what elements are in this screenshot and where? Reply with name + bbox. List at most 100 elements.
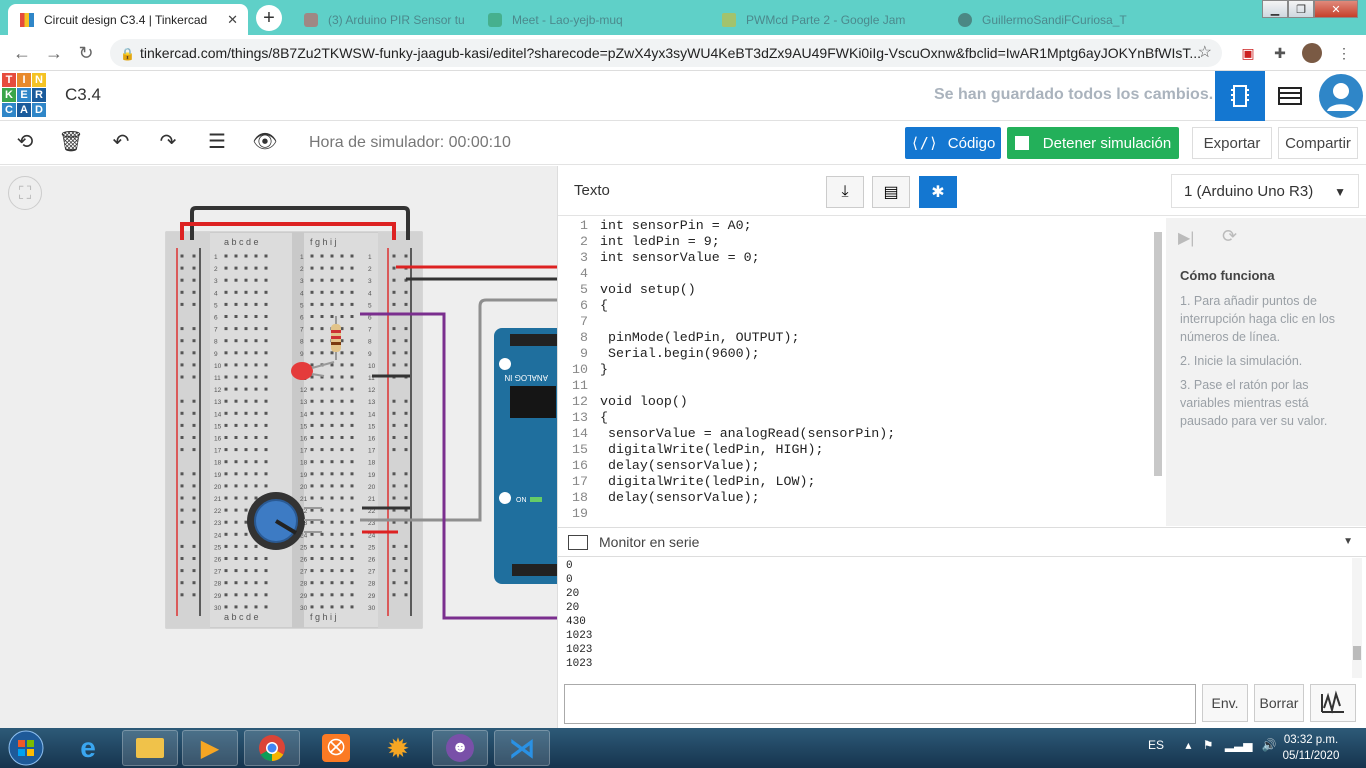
breadboard-hole[interactable] — [234, 496, 238, 500]
breadboard-hole[interactable] — [264, 448, 268, 452]
breadboard-hole[interactable] — [264, 327, 268, 331]
resume-icon[interactable]: ▶︎| — [1178, 228, 1194, 248]
breadboard-hole[interactable] — [244, 484, 248, 488]
rail-hole[interactable] — [192, 520, 196, 524]
breadboard-hole[interactable] — [350, 581, 354, 585]
rail-hole[interactable] — [180, 351, 184, 355]
breadboard-hole[interactable] — [244, 315, 248, 318]
line-number[interactable]: 6 — [558, 298, 594, 314]
breadboard-hole[interactable] — [350, 496, 354, 500]
breadboard-hole[interactable] — [234, 423, 238, 427]
breadboard-hole[interactable] — [320, 302, 324, 306]
line-number[interactable]: 1 — [558, 218, 594, 234]
breadboard-hole[interactable] — [264, 423, 268, 427]
breadboard-hole[interactable] — [244, 254, 248, 258]
breadboard-hole[interactable] — [254, 557, 258, 560]
breadboard-hole[interactable] — [350, 302, 354, 306]
breadboard-hole[interactable] — [254, 436, 258, 439]
rail-hole[interactable] — [404, 302, 408, 306]
breadboard-hole[interactable] — [350, 327, 354, 331]
rail-hole[interactable] — [180, 411, 184, 415]
line-number[interactable]: 7 — [558, 314, 594, 330]
breadboard-hole[interactable] — [320, 290, 324, 294]
breadboard-hole[interactable] — [320, 448, 324, 452]
code-line[interactable]: 4 — [558, 266, 1166, 282]
breadboard-hole[interactable] — [254, 399, 258, 403]
rail-hole[interactable] — [392, 327, 396, 331]
extensions-puzzle-icon[interactable]: ✚ — [1270, 43, 1290, 63]
breadboard-hole[interactable] — [254, 278, 258, 282]
breadboard-hole[interactable] — [224, 254, 228, 258]
rail-hole[interactable] — [192, 266, 196, 270]
breadboard-hole[interactable] — [350, 339, 354, 343]
breadboard-hole[interactable] — [310, 411, 314, 415]
browser-tab[interactable]: Meet - Lao-yejb-muq — [476, 4, 706, 35]
breadboard-hole[interactable] — [244, 327, 248, 331]
breadboard-hole[interactable] — [264, 302, 268, 306]
breadboard-hole[interactable] — [224, 448, 228, 452]
breadboard-hole[interactable] — [224, 423, 228, 427]
browser-tab[interactable]: (3) Arduino PIR Sensor tu — [292, 4, 472, 35]
breadboard-hole[interactable] — [264, 460, 268, 464]
breadboard-hole[interactable] — [310, 290, 314, 294]
breadboard-hole[interactable] — [350, 544, 354, 548]
breadboard-hole[interactable] — [310, 581, 314, 585]
breadboard-hole[interactable] — [224, 411, 228, 415]
rail-hole[interactable] — [192, 593, 196, 597]
breadboard-hole[interactable] — [234, 569, 238, 573]
rail-hole[interactable] — [404, 593, 408, 597]
breadboard-hole[interactable] — [310, 508, 314, 512]
rail-hole[interactable] — [192, 436, 196, 439]
project-title[interactable]: C3.4 — [65, 85, 101, 105]
line-number[interactable]: 19 — [558, 506, 594, 522]
code-line[interactable]: 19 — [558, 506, 1166, 522]
breadboard-hole[interactable] — [330, 302, 334, 306]
step-icon[interactable]: ⟳ — [1222, 226, 1237, 247]
breadboard-hole[interactable] — [234, 387, 238, 391]
breadboard-hole[interactable] — [264, 569, 268, 573]
url-field[interactable]: 🔒 tinkercad.com/things/8B7Zu2TKWSW-funky… — [110, 39, 1222, 67]
line-number[interactable]: 15 — [558, 442, 594, 458]
breadboard-hole[interactable] — [310, 557, 314, 560]
rail-hole[interactable] — [392, 278, 396, 282]
breadboard-hole[interactable] — [340, 423, 344, 427]
rail-hole[interactable] — [180, 520, 184, 524]
breadboard-hole[interactable] — [350, 532, 354, 536]
breadboard-hole[interactable] — [264, 484, 268, 488]
breadboard-hole[interactable] — [234, 508, 238, 512]
rail-hole[interactable] — [180, 302, 184, 306]
breadboard-hole[interactable] — [264, 472, 268, 476]
code-line[interactable]: 7 — [558, 314, 1166, 330]
breadboard-hole[interactable] — [264, 593, 268, 597]
rail-hole[interactable] — [404, 363, 408, 367]
breadboard-hole[interactable] — [310, 484, 314, 488]
code-button[interactable]: ⟨/⟩ Código — [905, 127, 1001, 159]
breadboard-hole[interactable] — [234, 581, 238, 585]
code-mode-select[interactable]: Texto — [574, 182, 610, 199]
internet-explorer-icon[interactable]: e — [60, 730, 116, 766]
breadboard-hole[interactable] — [310, 351, 314, 355]
rail-hole[interactable] — [404, 290, 408, 294]
breadboard-hole[interactable] — [254, 448, 258, 452]
breadboard-hole[interactable] — [234, 290, 238, 294]
breadboard-hole[interactable] — [330, 399, 334, 403]
breadboard-hole[interactable] — [320, 532, 324, 536]
rail-hole[interactable] — [392, 593, 396, 597]
breadboard-hole[interactable] — [340, 593, 344, 597]
breadboard-hole[interactable] — [254, 351, 258, 355]
forward-arrow-icon[interactable]: → — [42, 41, 66, 65]
breadboard-hole[interactable] — [330, 266, 334, 270]
rail-hole[interactable] — [404, 254, 408, 258]
new-tab-button[interactable]: + — [256, 5, 282, 31]
breadboard-hole[interactable] — [254, 411, 258, 415]
rail-hole[interactable] — [180, 569, 184, 573]
clear-button[interactable]: Borrar — [1254, 684, 1304, 722]
breadboard-hole[interactable] — [330, 520, 334, 524]
breadboard-hole[interactable] — [330, 254, 334, 258]
stop-simulation-button[interactable]: Detener simulación — [1007, 127, 1179, 159]
breadboard-hole[interactable] — [254, 363, 258, 367]
browser-tab[interactable]: GuillermoSandiFCuriosa_T — [946, 4, 1166, 35]
breadboard-hole[interactable] — [350, 569, 354, 573]
rail-hole[interactable] — [180, 266, 184, 270]
breadboard-hole[interactable] — [330, 569, 334, 573]
